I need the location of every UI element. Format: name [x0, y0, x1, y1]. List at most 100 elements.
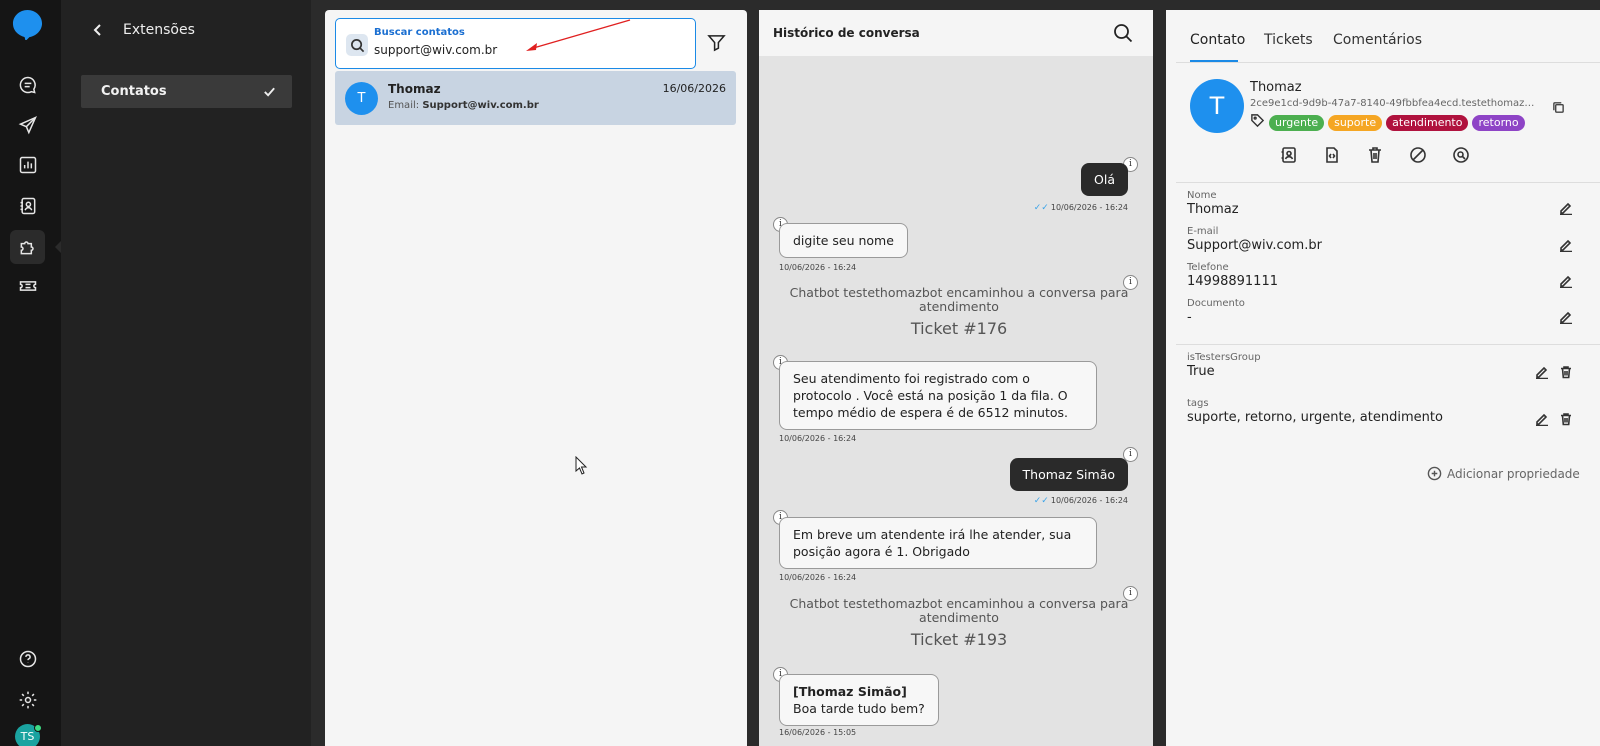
tag-badge: urgente [1269, 114, 1325, 131]
user-avatar[interactable]: TS [15, 724, 42, 746]
chat-icon[interactable] [16, 73, 40, 97]
read-check-icon: ✓✓ [1033, 496, 1049, 506]
help-icon[interactable] [16, 647, 40, 671]
message-time: 10/06/2026 - 16:24 [779, 434, 857, 443]
field-nome: Nome Thomaz [1187, 190, 1239, 217]
contact-card-icon[interactable] [1280, 146, 1298, 164]
field-documento: Documento - [1187, 298, 1245, 325]
tag-badge: suporte [1328, 114, 1383, 131]
message-time: 10/06/2026 - 16:24 [1050, 496, 1128, 505]
system-message: Chatbot testethomazbot encaminhou a conv… [789, 285, 1129, 314]
chart-icon[interactable] [16, 153, 40, 177]
extension-item-label: Contatos [101, 84, 167, 99]
tag-badge: atendimento [1386, 114, 1469, 131]
field-tags: tags suporte, retorno, urgente, atendimen… [1187, 398, 1443, 425]
trash-icon[interactable] [1366, 146, 1384, 164]
contacts-book-icon[interactable] [16, 194, 40, 218]
contact-result-row[interactable]: T Thomaz 16/06/2026 Email: Support@wiv.c… [335, 71, 736, 125]
field-value: Thomaz [1187, 202, 1239, 217]
search-settings-icon[interactable] [1452, 146, 1470, 164]
edit-pencil-icon[interactable] [1535, 364, 1550, 380]
message-bubble-incoming: Seu atendimento foi registrado com o pro… [779, 361, 1097, 430]
message-time: 10/06/2026 - 16:24 [1050, 203, 1128, 212]
message-bubble-incoming: digite seu nome [779, 223, 908, 258]
field-label: tags [1187, 398, 1209, 409]
back-arrow-icon[interactable] [90, 22, 106, 38]
field-telefone: Telefone 14998891111 [1187, 262, 1278, 289]
field-label: isTestersGroup [1187, 352, 1261, 363]
logo-icon[interactable] [12, 9, 43, 40]
puzzle-icon[interactable] [16, 235, 40, 259]
message-bubble-incoming: Em breve um atendente irá lhe atender, s… [779, 517, 1097, 569]
gear-icon[interactable] [16, 688, 40, 712]
field-label: E-mail [1187, 226, 1219, 237]
section-divider [1176, 344, 1600, 345]
ticket-label: Ticket #193 [910, 630, 1008, 649]
block-icon[interactable] [1409, 146, 1427, 164]
search-icon [346, 34, 368, 56]
message-time: 10/06/2026 - 16:24 [779, 573, 857, 582]
mouse-cursor-icon [575, 456, 588, 475]
app-rail: TS [0, 0, 61, 746]
copy-icon[interactable] [1552, 99, 1566, 113]
message-bubble-incoming: [Thomaz Simão] Boa tarde tudo bem? [779, 674, 939, 726]
ticket-label: Ticket #176 [910, 319, 1008, 338]
tag-icon[interactable] [1250, 113, 1265, 132]
field-email: E-mail Support@wiv.com.br [1187, 226, 1322, 253]
plus-circle-icon [1427, 466, 1442, 481]
tab-tickets[interactable]: Tickets [1264, 32, 1313, 48]
field-label: Documento [1187, 298, 1245, 309]
edit-pencil-icon[interactable] [1559, 273, 1574, 289]
field-label: Telefone [1187, 262, 1229, 273]
filter-icon[interactable] [707, 33, 729, 55]
message-time: 16/06/2026 - 15:05 [779, 728, 857, 737]
tabs-divider [1176, 62, 1600, 63]
details-tabs: Contato Tickets Comentários [1166, 10, 1600, 62]
trash-icon[interactable] [1559, 364, 1574, 379]
edit-pencil-icon[interactable] [1559, 309, 1574, 325]
add-property-label: Adicionar propriedade [1447, 466, 1580, 481]
search-label: Buscar contatos [374, 27, 465, 38]
read-check-icon: ✓✓ [1033, 203, 1049, 213]
user-initials: TS [20, 730, 35, 743]
search-contacts-field[interactable]: Buscar contatos [335, 18, 696, 69]
ticket-icon[interactable] [16, 274, 40, 298]
message-bubble-outgoing: Olá [1081, 163, 1128, 196]
search-icon[interactable] [1113, 23, 1133, 43]
contact-name: Thomaz [1250, 80, 1302, 95]
add-property-button[interactable]: Adicionar propriedade [1427, 466, 1580, 481]
tab-contato[interactable]: Contato [1190, 32, 1245, 48]
send-icon[interactable] [16, 113, 40, 137]
message-timestamp: ✓✓ 10/06/2026 - 16:24 [1034, 496, 1128, 506]
extension-item-contatos[interactable]: Contatos [81, 75, 292, 108]
message-time: 10/06/2026 - 16:24 [779, 263, 857, 272]
edit-pencil-icon[interactable] [1559, 200, 1574, 216]
conversation-panel: Histórico de conversa i Olá ✓✓ 10/06/2026… [759, 10, 1153, 746]
trash-icon[interactable] [1559, 411, 1574, 426]
edit-pencil-icon[interactable] [1535, 411, 1550, 427]
field-value: - [1187, 310, 1192, 325]
field-istestersgroup: isTestersGroup True [1187, 352, 1261, 379]
edit-pencil-icon[interactable] [1559, 237, 1574, 253]
contact-actions [1280, 146, 1470, 164]
section-divider [1176, 182, 1600, 183]
tag-badge: retorno [1472, 114, 1525, 131]
tag-list: urgente suporte atendimento retorno [1250, 113, 1525, 132]
extensions-panel: Extensões Contatos [61, 0, 311, 746]
message-bubble-outgoing: Thomaz Simão [1009, 458, 1128, 491]
message-text: Boa tarde tudo bem? [793, 701, 925, 716]
field-value: True [1187, 364, 1215, 379]
contact-details-panel: Contato Tickets Comentários T Thomaz 2ce… [1166, 10, 1600, 746]
contact-avatar: T [345, 82, 378, 115]
contact-name: Thomaz [388, 82, 441, 96]
check-icon [264, 87, 275, 97]
field-value: suporte, retorno, urgente, atendimento [1187, 410, 1443, 425]
field-value: Support@wiv.com.br [1187, 238, 1322, 253]
conversation-title: Histórico de conversa [773, 26, 920, 40]
annotation-arrow [526, 19, 631, 51]
message-sender: [Thomaz Simão] [793, 684, 907, 699]
tab-comentarios[interactable]: Comentários [1333, 32, 1422, 48]
message-timestamp: ✓✓ 10/06/2026 - 16:24 [1034, 203, 1128, 213]
code-file-icon[interactable] [1323, 146, 1341, 164]
contacts-panel: Buscar contatos T Thomaz 16/06/2026 Emai… [325, 10, 747, 746]
